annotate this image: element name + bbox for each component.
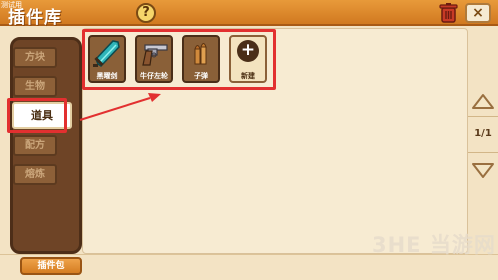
- title-bar: [0, 0, 498, 26]
- trash-icon: [439, 3, 458, 23]
- sidebar-item-creatures[interactable]: 生物: [13, 76, 57, 97]
- annotation-highlight-sidebar: [7, 98, 67, 133]
- page-indicator: 1/1: [474, 128, 492, 139]
- help-button[interactable]: ?: [136, 3, 156, 23]
- pager-divider: [468, 116, 498, 117]
- annotation-highlight-items: [82, 29, 276, 90]
- plugin-pack-button[interactable]: 插件包: [20, 257, 82, 275]
- pager-divider: [468, 152, 498, 153]
- chevron-up-icon: [472, 94, 494, 109]
- page-title: 插件库: [8, 8, 62, 28]
- page-down-button[interactable]: [471, 160, 495, 180]
- page-up-button[interactable]: [471, 92, 495, 112]
- close-button[interactable]: ×: [465, 3, 491, 23]
- trash-button[interactable]: [439, 3, 458, 23]
- question-icon: ?: [142, 5, 150, 20]
- sidebar-item-smelting[interactable]: 熔炼: [13, 164, 57, 185]
- sidebar-item-recipes[interactable]: 配方: [13, 135, 57, 156]
- sidebar-item-blocks[interactable]: 方块: [13, 47, 57, 68]
- close-icon: ×: [472, 5, 484, 21]
- chevron-down-icon: [472, 163, 494, 178]
- watermark-logo: 3HE 当游网: [372, 233, 496, 257]
